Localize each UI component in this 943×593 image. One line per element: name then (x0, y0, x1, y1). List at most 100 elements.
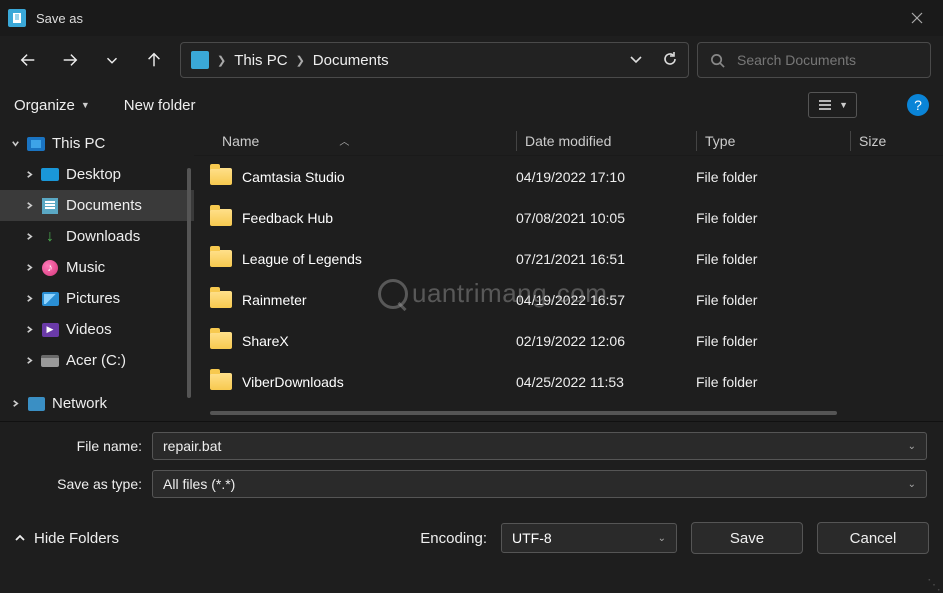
folder-icon (210, 168, 232, 185)
tree-drive-c[interactable]: Acer (C:) (0, 345, 194, 376)
chevron-right-icon (25, 232, 34, 241)
tree-videos[interactable]: ▶ Videos (0, 314, 194, 345)
file-type: File folder (696, 374, 850, 390)
column-size[interactable]: Size (850, 131, 943, 151)
chevron-right-icon (25, 325, 34, 334)
file-date: 04/19/2022 16:57 (516, 292, 696, 308)
save-button[interactable]: Save (691, 522, 803, 554)
breadcrumb-current[interactable]: Documents (313, 52, 389, 69)
column-headers: Name︿ Date modified Type Size (194, 126, 943, 156)
chevron-right-icon (25, 170, 34, 179)
chevron-right-icon (25, 294, 34, 303)
filetype-select[interactable]: All files (*.*) ⌄ (152, 470, 927, 498)
search-placeholder: Search Documents (737, 52, 856, 68)
file-date: 04/25/2022 11:53 (516, 374, 696, 390)
horizontal-scrollbar[interactable] (210, 411, 939, 419)
folder-icon (210, 332, 232, 349)
view-button[interactable]: ▼ (808, 92, 857, 118)
videos-icon: ▶ (42, 323, 59, 337)
network-icon (28, 397, 45, 411)
title-bar: Save as (0, 0, 943, 36)
chevron-right-icon (11, 399, 20, 408)
file-name: Feedback Hub (242, 210, 333, 226)
file-name: League of Legends (242, 251, 362, 267)
address-dropdown[interactable] (628, 51, 644, 70)
dialog-footer: Hide Folders Encoding: UTF-8 ⌄ Save Canc… (0, 508, 943, 564)
desktop-icon (41, 168, 59, 181)
encoding-label: Encoding: (420, 530, 487, 547)
music-icon: ♪ (42, 260, 58, 276)
table-row[interactable]: ViberDownloads 04/25/2022 11:53File folde… (194, 361, 943, 402)
refresh-button[interactable] (662, 51, 678, 70)
file-type: File folder (696, 169, 850, 185)
tree-scrollbar[interactable] (187, 168, 191, 398)
search-input[interactable]: Search Documents (697, 42, 931, 78)
documents-icon (42, 198, 58, 214)
nav-tree: This PC Desktop Documents ↓ Downloads ♪ … (0, 126, 194, 421)
tree-documents[interactable]: Documents (0, 190, 194, 221)
chevron-right-icon (25, 263, 34, 272)
encoding-select[interactable]: UTF-8 ⌄ (501, 523, 677, 553)
file-date: 02/19/2022 12:06 (516, 333, 696, 349)
column-name[interactable]: Name︿ (194, 133, 516, 149)
table-row[interactable]: League of Legends 07/21/2021 16:51File fo… (194, 238, 943, 279)
chevron-up-icon (14, 532, 26, 544)
back-button[interactable] (18, 44, 38, 76)
filename-input[interactable]: repair.bat ⌄ (152, 432, 927, 460)
chevron-right-icon (25, 356, 34, 365)
folder-icon (210, 373, 232, 390)
close-button[interactable] (899, 4, 935, 32)
folder-icon (210, 291, 232, 308)
navigation-bar: ❯ This PC ❯ Documents Search Documents (0, 36, 943, 84)
list-view-icon (817, 97, 833, 113)
tree-network[interactable]: Network (0, 388, 194, 419)
chevron-down-icon[interactable]: ⌄ (658, 533, 666, 544)
tree-music[interactable]: ♪ Music (0, 252, 194, 283)
file-name: ViberDownloads (242, 374, 344, 390)
chevron-right-icon: ❯ (296, 54, 305, 67)
download-icon: ↓ (46, 228, 54, 246)
file-date: 07/08/2021 10:05 (516, 210, 696, 226)
table-row[interactable]: ShareX 02/19/2022 12:06File folder (194, 320, 943, 361)
file-date: 07/21/2021 16:51 (516, 251, 696, 267)
tree-desktop[interactable]: Desktop (0, 159, 194, 190)
main-pane: This PC Desktop Documents ↓ Downloads ♪ … (0, 126, 943, 421)
column-date[interactable]: Date modified (516, 131, 696, 151)
file-date: 04/19/2022 17:10 (516, 169, 696, 185)
chevron-down-icon[interactable]: ⌄ (908, 479, 916, 490)
save-form: File name: repair.bat ⌄ Save as type: Al… (0, 421, 943, 498)
folder-icon (210, 250, 232, 267)
cancel-button[interactable]: Cancel (817, 522, 929, 554)
breadcrumb-root[interactable]: This PC (234, 52, 287, 69)
file-type: File folder (696, 333, 850, 349)
help-button[interactable]: ? (907, 94, 929, 116)
table-row[interactable]: Rainmeter04/19/2022 16:57File folder (194, 279, 943, 320)
forward-button[interactable] (60, 44, 80, 76)
window-title: Save as (36, 11, 83, 26)
tree-pictures[interactable]: Pictures (0, 283, 194, 314)
up-button[interactable] (144, 44, 164, 76)
table-row[interactable]: Feedback Hub07/08/2021 10:05File folder (194, 197, 943, 238)
toolbar: Organize▼ New folder ▼ ? (0, 84, 943, 126)
column-type[interactable]: Type (696, 131, 850, 151)
table-row[interactable]: Camtasia Studio04/19/2022 17:10File fold… (194, 156, 943, 197)
file-list: Name︿ Date modified Type Size Camtasia S… (194, 126, 943, 421)
resize-grip[interactable] (929, 577, 941, 589)
pictures-icon (42, 292, 59, 306)
file-type: File folder (696, 292, 850, 308)
file-type: File folder (696, 251, 850, 267)
organize-button[interactable]: Organize▼ (14, 97, 90, 114)
address-bar[interactable]: ❯ This PC ❯ Documents (180, 42, 689, 78)
chevron-down-icon[interactable]: ⌄ (908, 441, 916, 452)
recent-dropdown[interactable] (102, 44, 122, 76)
filetype-label: Save as type: (14, 476, 152, 492)
folder-icon (210, 209, 232, 226)
chevron-right-icon: ❯ (217, 54, 226, 67)
hide-folders-button[interactable]: Hide Folders (14, 530, 119, 547)
tree-this-pc[interactable]: This PC (0, 128, 194, 159)
file-name: ShareX (242, 333, 289, 349)
chevron-down-icon (11, 139, 20, 148)
tree-downloads[interactable]: ↓ Downloads (0, 221, 194, 252)
new-folder-button[interactable]: New folder (124, 97, 196, 114)
app-icon (8, 9, 26, 27)
